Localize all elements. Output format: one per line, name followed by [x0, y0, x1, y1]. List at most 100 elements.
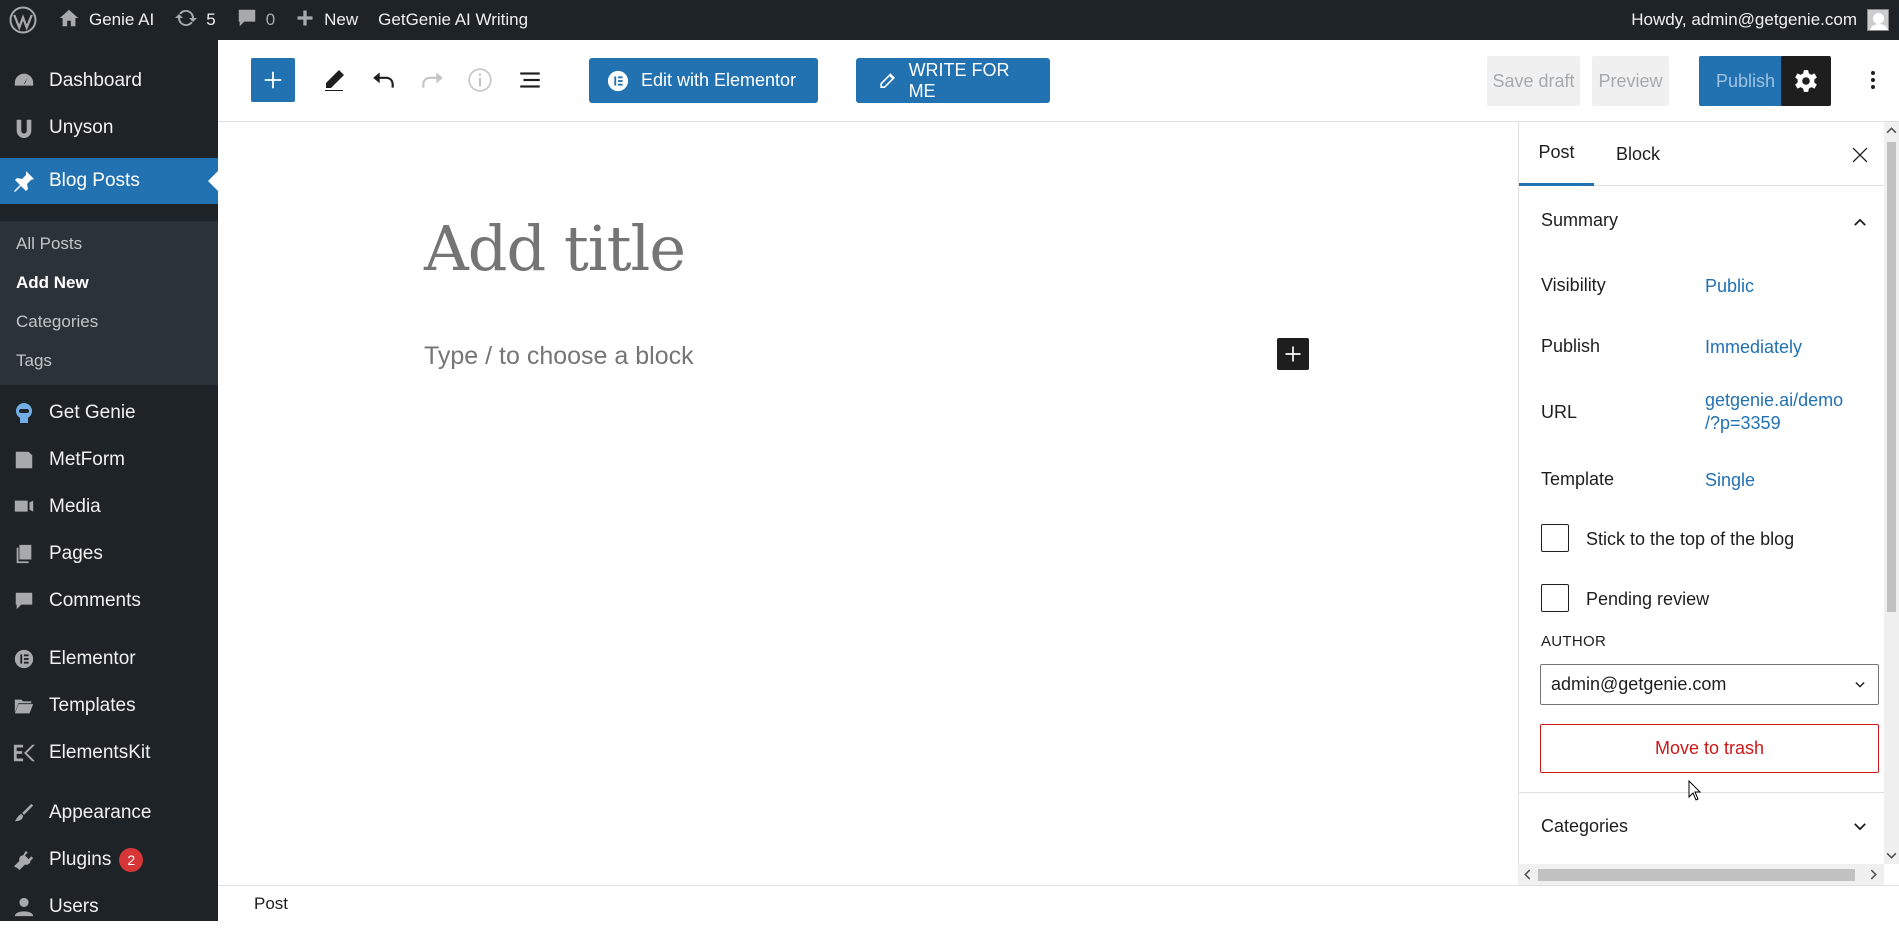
url-value-line: /?p=3359: [1705, 413, 1781, 433]
comments-count: 0: [265, 10, 276, 29]
info-icon: [468, 68, 492, 92]
tab-block[interactable]: Block: [1616, 122, 1660, 186]
visibility-label: Visibility: [1541, 275, 1606, 295]
sidebar-item-blog-posts[interactable]: Blog Posts: [0, 158, 218, 204]
sticky-checkbox[interactable]: [1541, 524, 1569, 552]
save-draft-button[interactable]: Save draft: [1487, 56, 1580, 106]
visibility-toggle[interactable]: Public: [1705, 275, 1754, 298]
genie-icon: [12, 401, 36, 425]
user-icon: [12, 895, 36, 919]
sidebar-label: Unyson: [49, 117, 114, 138]
sidebar-label: Elementor: [49, 648, 136, 669]
admin-bar: Genie AI 5 0 New GetGenie AI Writing How…: [0, 0, 1899, 40]
sidebar-item-pages[interactable]: Pages: [0, 531, 218, 577]
pending-review-label: Pending review: [1586, 589, 1710, 609]
paintbrush-icon: [12, 801, 36, 825]
site-name-link[interactable]: Genie AI: [48, 0, 164, 40]
tools-button[interactable]: [316, 62, 352, 98]
move-to-trash-button[interactable]: Move to trash: [1540, 724, 1879, 773]
publish-date-toggle[interactable]: Immediately: [1705, 336, 1802, 359]
avatar: [1867, 9, 1889, 31]
updates-link[interactable]: 5: [164, 0, 225, 40]
home-icon: [58, 7, 80, 34]
scroll-right-arrow-icon[interactable]: [1868, 869, 1879, 880]
horizontal-scrollbar[interactable]: [1518, 864, 1884, 885]
pencil-icon: [325, 70, 344, 91]
details-button[interactable]: [462, 62, 498, 98]
preview-button[interactable]: Preview: [1592, 56, 1669, 106]
scroll-left-arrow-icon[interactable]: [1522, 869, 1533, 880]
sidebar-label: Comments: [49, 590, 141, 611]
button-label: WRITE FOR ME: [908, 59, 1010, 101]
sidebar-item-templates[interactable]: Templates: [0, 683, 218, 729]
url-label: URL: [1541, 402, 1578, 422]
submenu-all-posts[interactable]: All Posts: [16, 234, 82, 254]
vertical-scrollbar[interactable]: [1884, 122, 1899, 864]
pending-review-checkbox[interactable]: [1541, 584, 1569, 612]
list-view-icon: [520, 72, 540, 88]
sidebar-label: Pages: [49, 543, 103, 564]
post-title-input[interactable]: Add title: [424, 212, 686, 285]
submenu-tags[interactable]: Tags: [16, 351, 52, 371]
template-toggle[interactable]: Single: [1705, 469, 1755, 492]
sidebar-item-dashboard[interactable]: Dashboard: [0, 58, 218, 104]
categories-panel-toggle[interactable]: Categories: [1541, 816, 1628, 837]
breadcrumb-post[interactable]: Post: [254, 894, 288, 914]
sidebar-item-elementskit[interactable]: ElementsKit: [0, 730, 218, 776]
edit-with-elementor-button[interactable]: Edit with Elementor: [589, 58, 818, 103]
new-content-link[interactable]: New: [285, 0, 368, 40]
template-label: Template: [1541, 469, 1615, 489]
block-appender[interactable]: Type / to choose a block: [424, 342, 694, 371]
button-label: Edit with Elementor: [641, 70, 797, 90]
url-toggle[interactable]: getgenie.ai/demo /?p=3359: [1705, 389, 1843, 435]
write-for-me-button[interactable]: WRITE FOR ME: [856, 58, 1050, 103]
sidebar-item-appearance[interactable]: Appearance: [0, 790, 218, 836]
sidebar-label: Media: [49, 496, 101, 517]
inline-block-inserter-button[interactable]: [1277, 338, 1309, 370]
scroll-down-arrow-icon[interactable]: [1886, 850, 1897, 861]
sidebar-item-unyson[interactable]: Unyson: [0, 105, 218, 151]
sidebar-label: Dashboard: [49, 70, 142, 91]
chevron-down-icon: [1855, 682, 1865, 688]
redo-button[interactable]: [414, 62, 450, 98]
close-sidebar-button[interactable]: [1849, 144, 1871, 166]
updates-count: 5: [206, 10, 216, 29]
sidebar-item-media[interactable]: Media: [0, 484, 218, 530]
settings-button[interactable]: [1781, 56, 1831, 106]
scroll-up-arrow-icon[interactable]: [1886, 125, 1897, 136]
account-menu[interactable]: Howdy, admin@getgenie.com: [1631, 9, 1899, 31]
wordpress-logo-icon[interactable]: [0, 0, 48, 40]
sidebar-item-comments[interactable]: Comments: [0, 578, 218, 624]
block-inserter-button[interactable]: [251, 58, 295, 102]
tab-post[interactable]: Post: [1519, 122, 1594, 186]
list-view-button[interactable]: [512, 62, 548, 98]
summary-panel-toggle[interactable]: Summary: [1541, 210, 1618, 231]
horizontal-scroll-thumb[interactable]: [1538, 869, 1855, 881]
options-button[interactable]: [1855, 62, 1891, 98]
sidebar-label: MetForm: [49, 449, 125, 470]
sidebar-label: Plugins: [49, 849, 112, 870]
sidebar-label: Templates: [49, 695, 136, 716]
new-label: New: [324, 10, 359, 29]
sidebar-item-get-genie[interactable]: Get Genie: [0, 390, 218, 436]
undo-button[interactable]: [366, 62, 402, 98]
submenu-categories[interactable]: Categories: [16, 312, 98, 332]
publish-button[interactable]: Publish: [1699, 56, 1792, 106]
chevron-down-icon[interactable]: [1850, 817, 1870, 837]
comments-link[interactable]: 0: [226, 0, 285, 40]
block-breadcrumb-bar: Post: [218, 885, 1899, 921]
submenu-add-new[interactable]: Add New: [16, 273, 89, 293]
author-select[interactable]: admin@getgenie.com: [1540, 664, 1879, 705]
sidebar-item-users[interactable]: Users: [0, 884, 218, 930]
vertical-scroll-thumb[interactable]: [1887, 142, 1896, 612]
sidebar-item-plugins[interactable]: Plugins 2: [0, 837, 218, 883]
author-label: AUTHOR: [1541, 633, 1607, 650]
chevron-up-icon[interactable]: [1850, 212, 1870, 232]
sidebar-item-elementor[interactable]: Elementor: [0, 636, 218, 682]
sidebar-item-metform[interactable]: MetForm: [0, 437, 218, 483]
plus-icon: [295, 8, 315, 33]
comments-icon: [12, 589, 36, 613]
pages-icon: [12, 542, 36, 566]
sidebar-label: Blog Posts: [49, 170, 140, 191]
getgenie-writing-link[interactable]: GetGenie AI Writing: [368, 0, 538, 40]
